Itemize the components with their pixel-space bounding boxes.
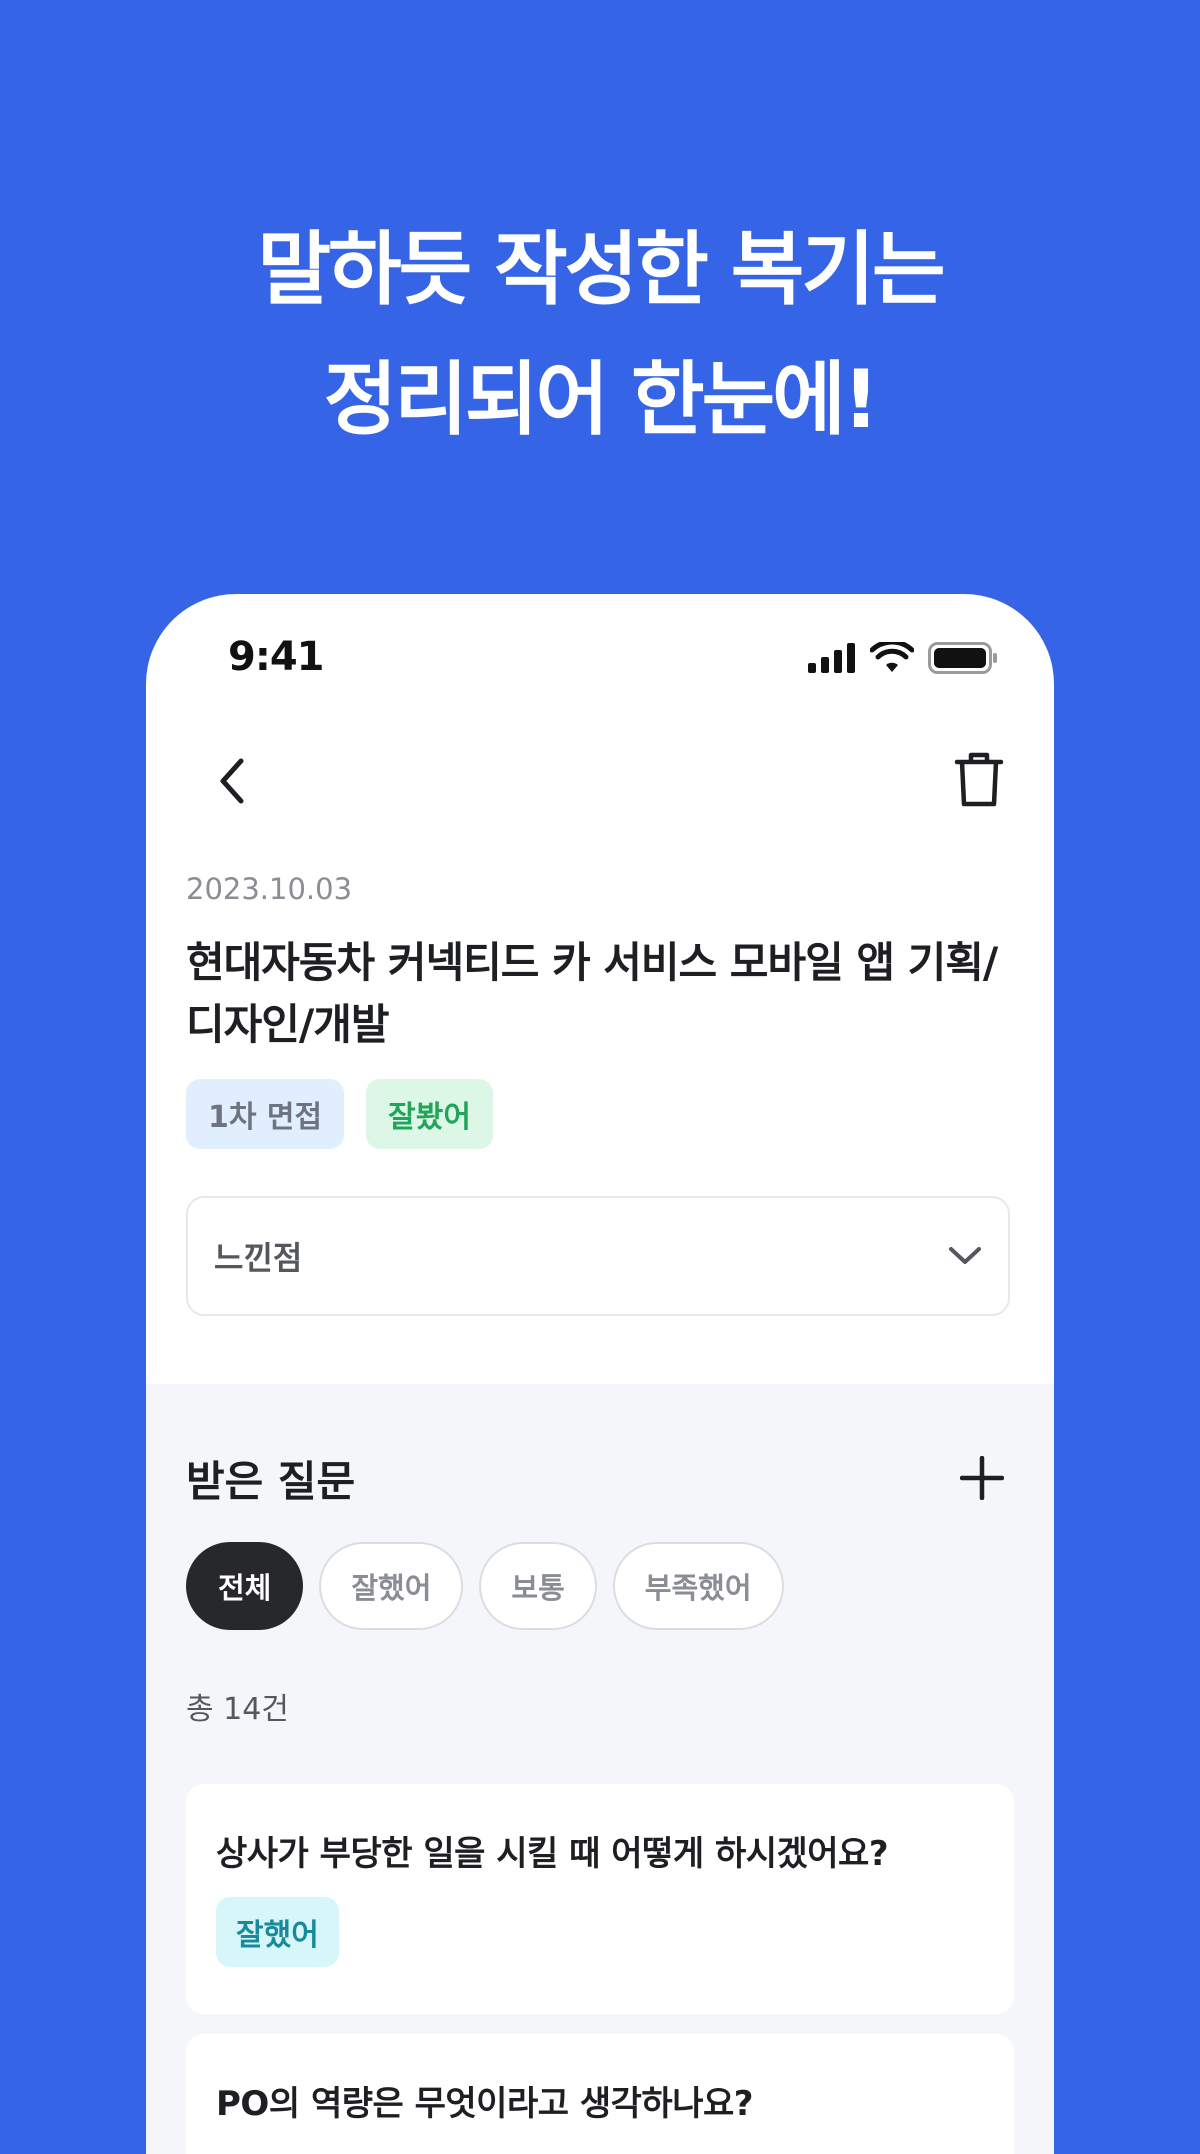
filter-chip-all[interactable]: 전체 bbox=[186, 1542, 304, 1630]
question-text: 상사가 부당한 일을 시킬 때 어떻게 하시겠어요? bbox=[216, 1834, 889, 1874]
status-icons bbox=[808, 642, 998, 674]
question-text: PO의 역량은 무엇이라고 생각하나요? bbox=[216, 2084, 753, 2124]
chevron-left-icon bbox=[220, 758, 244, 804]
battery-icon bbox=[928, 642, 997, 674]
interview-result-tag: 잘봤어 bbox=[366, 1079, 493, 1149]
question-count: 총 14건 bbox=[186, 1692, 289, 1727]
delete-button[interactable] bbox=[944, 744, 1014, 814]
accordion-label: 느낀점 bbox=[214, 1239, 303, 1277]
status-bar: 9:41 bbox=[146, 594, 1054, 724]
impressions-accordion[interactable]: 느낀점 bbox=[186, 1196, 1010, 1316]
review-title: 현대자동차 커넥티드 카 서비스 모바일 앱 기획/디자인/개발 bbox=[186, 938, 998, 1049]
wifi-icon bbox=[870, 642, 914, 672]
chevron-down-icon bbox=[949, 1247, 981, 1264]
review-tags: 1차 면접 잘봤어 bbox=[186, 1079, 493, 1149]
status-time: 9:41 bbox=[228, 634, 324, 680]
headline-line-2: 정리되어 한눈에! bbox=[323, 353, 880, 446]
questions-section: 받은 질문 전체 잘했어 보통 부족했어 총 14건 상사가 부당한 일을 시킬… bbox=[146, 1384, 1054, 2154]
interview-round-tag: 1차 면접 bbox=[186, 1079, 345, 1149]
question-card[interactable]: 상사가 부당한 일을 시킬 때 어떻게 하시겠어요? 잘했어 bbox=[186, 1784, 1014, 2014]
trash-icon bbox=[954, 752, 1004, 807]
section-title: 받은 질문 bbox=[186, 1457, 356, 1506]
filter-chip-good[interactable]: 잘했어 bbox=[319, 1542, 464, 1630]
headline-line-1: 말하듯 작성한 복기는 bbox=[257, 223, 945, 316]
filter-chip-poor[interactable]: 부족했어 bbox=[612, 1542, 784, 1630]
phone-screen: 9:41 2023.10.03 현대자동차 커넥티드 카 서비스 모바일 앱 기… bbox=[146, 594, 1054, 2154]
question-card[interactable]: PO의 역량은 무엇이라고 생각하나요? bbox=[186, 2034, 1014, 2154]
signal-icon bbox=[808, 643, 855, 673]
promo-headline: 말하듯 작성한 복기는 정리되어 한눈에! bbox=[0, 205, 1200, 465]
plus-icon bbox=[960, 1456, 1004, 1500]
back-button[interactable] bbox=[202, 746, 262, 816]
filter-chips: 전체 잘했어 보통 부족했어 bbox=[186, 1542, 784, 1630]
review-date: 2023.10.03 bbox=[186, 872, 353, 906]
question-result-badge: 잘했어 bbox=[216, 1897, 339, 1967]
filter-chip-normal[interactable]: 보통 bbox=[479, 1542, 597, 1630]
add-question-button[interactable] bbox=[950, 1446, 1014, 1510]
